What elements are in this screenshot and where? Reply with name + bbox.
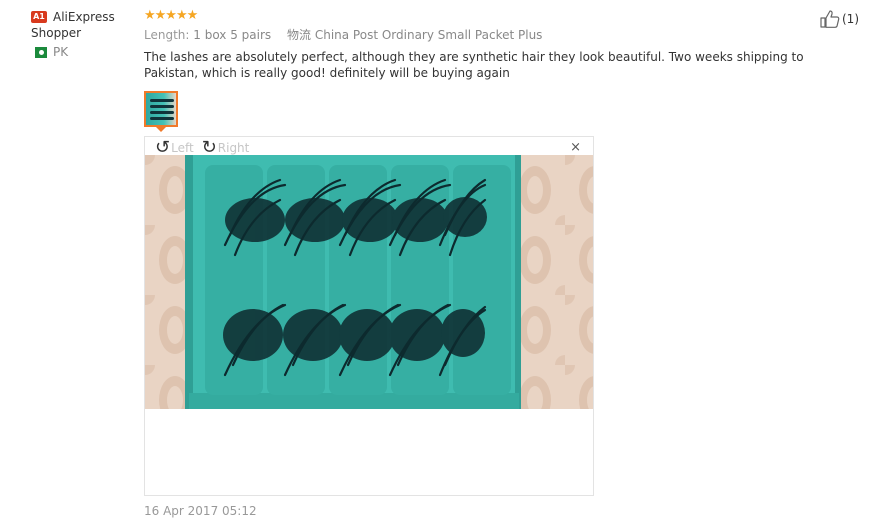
reviewer-name[interactable]: AliExpress Shopper <box>31 9 115 41</box>
thumbnail-pointer <box>156 127 166 132</box>
pakistan-flag-icon <box>31 46 47 58</box>
review-photo-thumbnail[interactable] <box>144 91 178 127</box>
logistics-value: China Post Ordinary Small Packet Plus <box>314 28 543 42</box>
logistics-label: 物流 <box>287 28 312 42</box>
review-meta: Length: 1 box 5 pairs 物流 China Post Ordi… <box>144 27 864 43</box>
reviewer-info: A1 AliExpress Shopper PK <box>31 9 131 59</box>
review-body: ★★★★★ Length: 1 box 5 pairs 物流 China Pos… <box>144 9 864 81</box>
buyer-level-badge: A1 <box>31 11 47 23</box>
helpful-count: (1) <box>842 12 859 26</box>
country-code: PK <box>53 45 69 59</box>
rotate-right-label: Right <box>217 141 250 155</box>
review-text: The lashes are absolutely perfect, altho… <box>144 50 804 80</box>
length-label: Length: <box>144 28 190 42</box>
helpful-button[interactable]: (1) <box>820 10 859 28</box>
review-date: 16 Apr 2017 05:12 <box>144 504 257 518</box>
review-photo <box>145 155 593 409</box>
rotate-left-label: Left <box>171 141 194 155</box>
reviewer-country: PK <box>31 45 131 59</box>
reviewer-name-line1: AliExpress <box>53 10 115 24</box>
star-rating: ★★★★★ <box>144 8 198 23</box>
thumbs-up-icon <box>820 10 840 28</box>
reviewer-name-line2: Shopper <box>31 26 82 40</box>
photo-viewer: ↺ Left ↻ Right × <box>144 136 594 496</box>
close-viewer-button[interactable]: × <box>570 141 581 155</box>
length-value: 1 box 5 pairs <box>193 28 272 42</box>
